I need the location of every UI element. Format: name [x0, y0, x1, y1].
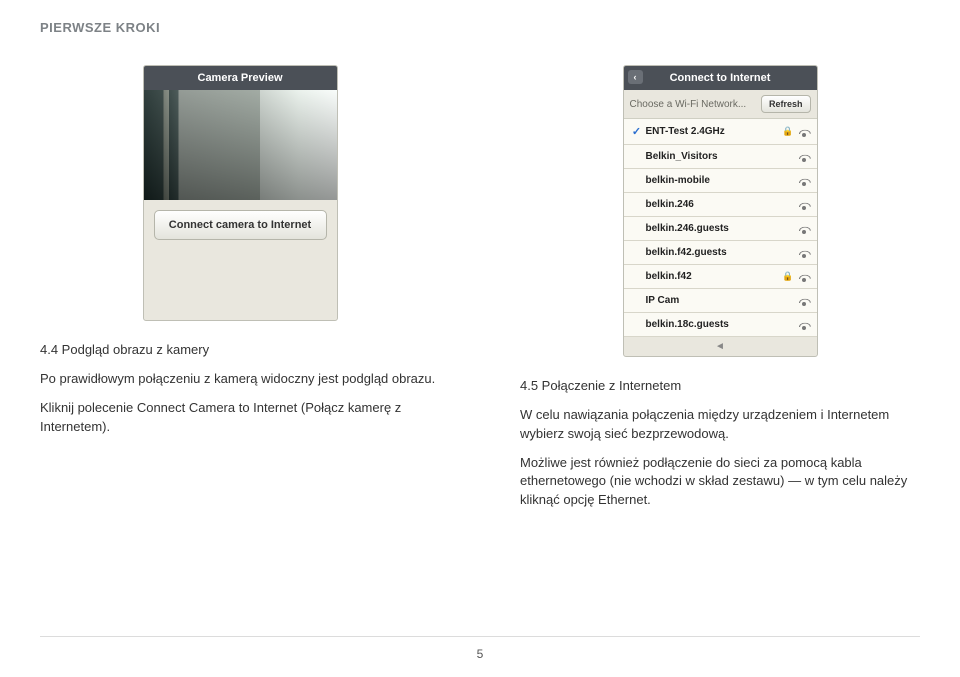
wifi-name-wrap: belkin.f42: [632, 271, 692, 282]
wifi-row-icons: [799, 153, 809, 161]
wifi-subbar: Choose a Wi-Fi Network... Refresh: [624, 90, 817, 119]
wifi-name-wrap: IP Cam: [632, 295, 680, 306]
wifi-network-name: belkin.246: [646, 199, 694, 210]
section-header: PIERWSZE KROKI: [40, 20, 920, 35]
wifi-network-name: belkin.f42.guests: [646, 247, 727, 258]
back-icon[interactable]: ‹: [628, 70, 643, 84]
wifi-row-icons: [799, 201, 809, 209]
wifi-network-name: belkin-mobile: [646, 175, 710, 186]
wifi-name-wrap: ✓ ENT-Test 2.4GHz: [632, 125, 725, 138]
wifi-signal-icon: [799, 273, 809, 281]
wifi-row-icons: 🔒: [782, 126, 808, 137]
wifi-network-list: ✓ ENT-Test 2.4GHz 🔒 Belkin_Visitors belkin-m…: [624, 119, 817, 337]
phone2-title: Connect to Internet: [670, 72, 771, 84]
choose-network-label: Choose a Wi-Fi Network...: [630, 99, 747, 110]
wifi-network-item[interactable]: Belkin_Visitors: [624, 145, 817, 169]
wifi-network-name: belkin.246.guests: [646, 223, 729, 234]
camera-preview-image: [144, 90, 337, 200]
wifi-network-item[interactable]: IP Cam: [624, 289, 817, 313]
content-columns: Camera Preview Connect camera to Interne…: [40, 65, 920, 520]
wifi-row-icons: 🔒: [782, 271, 808, 282]
phone2-titlebar: ‹ Connect to Internet: [624, 66, 817, 90]
wifi-row-icons: [799, 249, 809, 257]
wifi-network-item[interactable]: belkin.18c.guests: [624, 313, 817, 337]
right-text: 4.5 Połączenie z Internetem W celu nawią…: [520, 377, 920, 510]
wifi-network-name: belkin.18c.guests: [646, 319, 729, 330]
wifi-row-icons: [799, 177, 809, 185]
right-paragraph-1: W celu nawiązania połączenia między urzą…: [520, 406, 920, 444]
wifi-row-icons: [799, 225, 809, 233]
wifi-signal-icon: [799, 153, 809, 161]
wifi-name-wrap: belkin.246: [632, 199, 694, 210]
wifi-name-wrap: belkin.f42.guests: [632, 247, 727, 258]
wifi-signal-icon: [799, 201, 809, 209]
phone-connect-internet: ‹ Connect to Internet Choose a Wi-Fi Net…: [623, 65, 818, 357]
left-section-title: 4.4 Podgląd obrazu z kamery: [40, 341, 440, 360]
wifi-signal-icon: [799, 128, 809, 136]
wifi-signal-icon: [799, 225, 809, 233]
wifi-network-name: IP Cam: [646, 295, 680, 306]
lock-icon: 🔒: [782, 271, 793, 282]
page-number: 5: [477, 647, 484, 661]
wifi-network-name: Belkin_Visitors: [646, 151, 718, 162]
wifi-network-item[interactable]: belkin-mobile: [624, 169, 817, 193]
wifi-network-item[interactable]: belkin.f42.guests: [624, 241, 817, 265]
wifi-name-wrap: belkin.246.guests: [632, 223, 729, 234]
wifi-network-item[interactable]: belkin.246: [624, 193, 817, 217]
checkmark-icon: ✓: [632, 125, 642, 138]
right-section-title: 4.5 Połączenie z Internetem: [520, 377, 920, 396]
phone-camera-preview: Camera Preview Connect camera to Interne…: [143, 65, 338, 321]
wifi-network-item[interactable]: belkin.f42 🔒: [624, 265, 817, 289]
wifi-network-name: ENT-Test 2.4GHz: [646, 126, 725, 137]
wifi-name-wrap: belkin-mobile: [632, 175, 710, 186]
wifi-signal-icon: [799, 321, 809, 329]
phone1-title: Camera Preview: [198, 72, 283, 84]
wifi-name-wrap: Belkin_Visitors: [632, 151, 718, 162]
phone-wifi-wrap: ‹ Connect to Internet Choose a Wi-Fi Net…: [520, 65, 920, 357]
nav-arrow-left-icon[interactable]: ◄: [624, 337, 817, 356]
wifi-signal-icon: [799, 249, 809, 257]
lock-icon: 🔒: [782, 126, 793, 137]
wifi-network-item[interactable]: belkin.246.guests: [624, 217, 817, 241]
wifi-row-icons: [799, 297, 809, 305]
left-column: Camera Preview Connect camera to Interne…: [40, 65, 440, 520]
wifi-signal-icon: [799, 177, 809, 185]
left-paragraph-2: Kliknij polecenie Connect Camera to Inte…: [40, 399, 440, 437]
footer-rule: [40, 636, 920, 637]
phone-preview-wrap: Camera Preview Connect camera to Interne…: [40, 65, 440, 321]
left-paragraph-1: Po prawidłowym połączeniu z kamerą widoc…: [40, 370, 440, 389]
right-paragraph-2: Możliwe jest również podłączenie do siec…: [520, 454, 920, 511]
wifi-network-name: belkin.f42: [646, 271, 692, 282]
wifi-row-icons: [799, 321, 809, 329]
phone1-titlebar: Camera Preview: [144, 66, 337, 90]
wifi-name-wrap: belkin.18c.guests: [632, 319, 729, 330]
refresh-button[interactable]: Refresh: [761, 95, 811, 113]
left-text: 4.4 Podgląd obrazu z kamery Po prawidłow…: [40, 341, 440, 436]
wifi-network-item[interactable]: ✓ ENT-Test 2.4GHz 🔒: [624, 119, 817, 145]
phone1-spacer: [144, 250, 337, 320]
right-column: ‹ Connect to Internet Choose a Wi-Fi Net…: [520, 65, 920, 520]
connect-camera-button[interactable]: Connect camera to Internet: [154, 210, 327, 240]
wifi-signal-icon: [799, 297, 809, 305]
